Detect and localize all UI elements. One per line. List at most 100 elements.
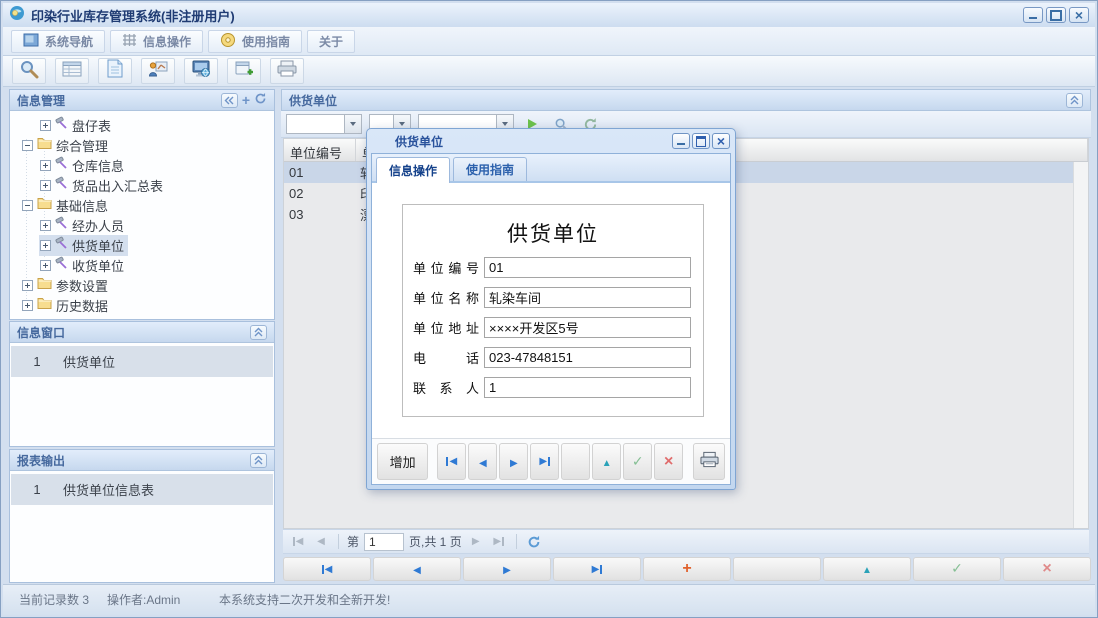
nav-next-button[interactable] xyxy=(499,443,528,480)
folder-icon xyxy=(37,196,52,214)
expand-icon[interactable] xyxy=(40,160,51,171)
collapse-icon[interactable] xyxy=(22,200,33,211)
unit-code-input[interactable] xyxy=(484,257,691,278)
expand-icon[interactable] xyxy=(22,280,33,291)
expand-icon[interactable] xyxy=(40,120,51,131)
tree-item-warehouse-info[interactable]: 仓库信息 xyxy=(10,155,274,175)
expand-icon[interactable] xyxy=(40,180,51,191)
dialog-content: 供货单位 单位编号 单位名称 单位地址 电 话 联 系 人 xyxy=(372,183,730,438)
collapse-up-button[interactable] xyxy=(250,325,267,340)
delete-record-button[interactable] xyxy=(561,443,590,480)
vertical-scrollbar[interactable] xyxy=(1073,162,1088,528)
expand-icon[interactable] xyxy=(40,240,51,251)
personnel-button[interactable] xyxy=(141,58,175,84)
dialog-maximize-button[interactable] xyxy=(692,133,710,149)
record-cancel-button[interactable] xyxy=(1003,557,1091,581)
unit-address-input[interactable] xyxy=(484,317,691,338)
table-icon xyxy=(62,60,82,83)
dialog-titlebar[interactable]: 供货单位 xyxy=(367,129,735,153)
expand-icon[interactable] xyxy=(40,260,51,271)
printer-icon xyxy=(277,60,297,82)
page-prev-button[interactable] xyxy=(312,533,330,551)
tree-folder-history[interactable]: 历史数据 xyxy=(10,295,274,315)
phone-input[interactable] xyxy=(484,347,691,368)
window-icon xyxy=(23,33,39,50)
record-prev-button[interactable] xyxy=(373,557,461,581)
cancel-icon xyxy=(664,453,673,471)
folder-icon xyxy=(37,296,52,314)
panel-info-management: 信息管理 盘仔表 综合管理 仓库信息 货品出入汇总表 基础信息 经办人员 供货单… xyxy=(9,89,275,320)
tree-item-operators[interactable]: 经办人员 xyxy=(10,215,274,235)
document-button[interactable] xyxy=(98,58,132,84)
menu-item-about[interactable]: 关于 xyxy=(307,30,355,53)
nav-last-button[interactable] xyxy=(530,443,559,480)
tree-folder-parameters[interactable]: 参数设置 xyxy=(10,275,274,295)
close-button[interactable] xyxy=(1069,7,1089,23)
page-first-button[interactable] xyxy=(289,533,307,551)
tree-item-receivers[interactable]: 收货单位 xyxy=(10,255,274,275)
record-save-button[interactable] xyxy=(913,557,1001,581)
confirm-icon xyxy=(632,453,644,471)
record-last-button[interactable] xyxy=(553,557,641,581)
dialog-minimize-button[interactable] xyxy=(672,133,690,149)
record-next-button[interactable] xyxy=(463,557,551,581)
expand-icon[interactable] xyxy=(22,300,33,311)
collapse-left-button[interactable] xyxy=(221,93,238,108)
print-record-button[interactable] xyxy=(693,443,725,480)
monitor-button[interactable] xyxy=(184,58,218,84)
collapse-up-button[interactable] xyxy=(1066,93,1083,108)
record-edit-button[interactable] xyxy=(823,557,911,581)
record-delete-button[interactable] xyxy=(733,557,821,581)
expand-icon[interactable] xyxy=(40,220,51,231)
menu-item-info-operation[interactable]: 信息操作 xyxy=(110,30,203,53)
restore-button[interactable] xyxy=(1046,7,1066,23)
panel-info-window: 信息窗口 1 供货单位 xyxy=(9,321,275,447)
record-action-bar xyxy=(283,557,1091,581)
add-panel-icon[interactable] xyxy=(242,93,250,108)
search-button[interactable] xyxy=(12,58,46,84)
list-item-supplier-report[interactable]: 1 供货单位信息表 xyxy=(11,474,273,505)
tree-item-inventory-sheet[interactable]: 盘仔表 xyxy=(10,115,274,135)
nav-first-button[interactable] xyxy=(437,443,466,480)
grid-icon xyxy=(122,33,137,50)
tree-item-suppliers[interactable]: 供货单位 xyxy=(10,235,274,255)
confirm-button[interactable] xyxy=(623,443,652,480)
record-first-button[interactable] xyxy=(283,557,371,581)
table-view-button[interactable] xyxy=(55,58,89,84)
page-last-button[interactable] xyxy=(490,533,508,551)
page-next-button[interactable] xyxy=(467,533,485,551)
contact-input[interactable] xyxy=(484,377,691,398)
cancel-button[interactable] xyxy=(654,443,683,480)
collapse-up-button[interactable] xyxy=(250,453,267,468)
column-header-unit-code[interactable]: 单位编号 xyxy=(284,139,356,161)
panel-info-management-header: 信息管理 xyxy=(10,90,274,111)
dialog-close-button[interactable] xyxy=(712,133,730,149)
tree-item-goods-summary[interactable]: 货品出入汇总表 xyxy=(10,175,274,195)
collapse-icon[interactable] xyxy=(22,140,33,151)
menu-item-system-nav[interactable]: 系统导航 xyxy=(11,30,105,53)
unit-name-input[interactable] xyxy=(484,287,691,308)
print-button[interactable] xyxy=(270,58,304,84)
refresh-icon[interactable] xyxy=(254,92,267,108)
menu-item-user-guide[interactable]: 使用指南 xyxy=(208,30,302,53)
tab-user-guide[interactable]: 使用指南 xyxy=(453,157,527,181)
edit-record-button[interactable] xyxy=(592,443,621,480)
database-add-button[interactable] xyxy=(227,58,261,84)
minimize-button[interactable] xyxy=(1023,7,1043,23)
page-refresh-button[interactable] xyxy=(525,533,543,551)
tree-folder-basic-info[interactable]: 基础信息 xyxy=(10,195,274,215)
list-item-supplier-window[interactable]: 1 供货单位 xyxy=(11,346,273,377)
tree-folder-comprehensive[interactable]: 综合管理 xyxy=(10,135,274,155)
page-number-input[interactable] xyxy=(364,533,404,551)
nav-prev-button[interactable] xyxy=(468,443,497,480)
tab-info-operation[interactable]: 信息操作 xyxy=(376,157,450,183)
filter-field-select[interactable] xyxy=(286,114,362,134)
tool-icon xyxy=(55,236,68,254)
panel-info-window-header: 信息窗口 xyxy=(10,322,274,343)
chevron-down-icon xyxy=(344,115,361,133)
divider xyxy=(516,534,517,549)
edit-icon xyxy=(862,560,872,578)
record-add-button[interactable] xyxy=(643,557,731,581)
add-record-button[interactable]: 增加 xyxy=(377,443,428,480)
next-record-icon xyxy=(503,560,511,578)
